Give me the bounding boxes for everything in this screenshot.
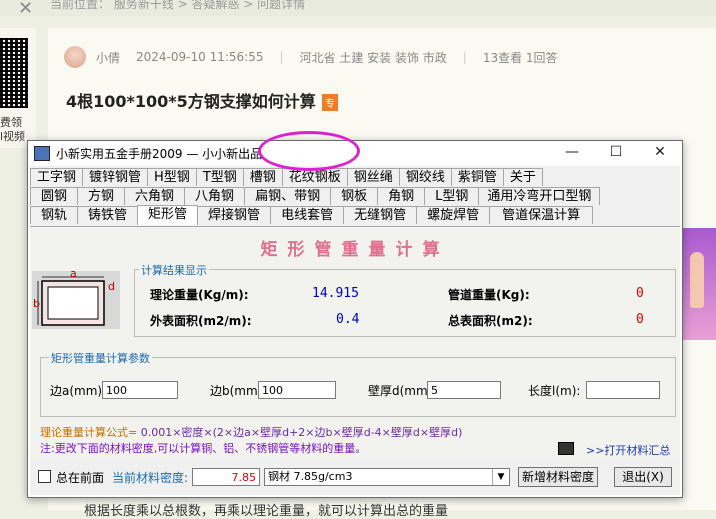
- diagram-label-b: b: [33, 297, 40, 310]
- pipe-weight-value: 0: [636, 286, 644, 301]
- tab-channel[interactable]: 槽钢: [242, 168, 283, 186]
- promo-figure-icon: [690, 252, 704, 308]
- tab-round-bar[interactable]: 圆钢: [30, 187, 79, 205]
- always-on-top-checkbox[interactable]: [38, 470, 51, 483]
- length-input[interactable]: [586, 381, 660, 399]
- tab-about[interactable]: 关于: [502, 168, 543, 186]
- formula-text: 0.001×密度×(2×边a×壁厚d+2×边b×壁厚d-4×壁厚d×壁厚d): [140, 426, 463, 439]
- tab-angle[interactable]: 角钢: [377, 187, 426, 205]
- author-name[interactable]: 小倩: [96, 49, 120, 66]
- tab-row-1: 工字钢 镀锌钢管 H型钢 T型钢 槽钢 花纹钢板 钢丝绳 钢绞线 紫铜管 关于: [30, 168, 543, 187]
- tab-galvanized-pipe[interactable]: 镀锌钢管: [82, 168, 149, 186]
- bottom-bar: 总在前面 当前材料密度: 钢材 7.85g/cm3 ▼ 新增材料密度 退出(X): [30, 459, 680, 495]
- tab-conduit[interactable]: 电线套管: [270, 206, 345, 224]
- rect-tube-diagram-icon: a b d: [32, 271, 120, 329]
- total-area-value: 0: [636, 312, 644, 327]
- tab-rail[interactable]: 钢轨: [30, 206, 79, 224]
- monitor-icon[interactable]: [558, 442, 574, 455]
- total-area-label: 总表面积(m2):: [448, 314, 533, 328]
- tab-seamless-pipe[interactable]: 无缝钢管: [343, 206, 418, 224]
- tab-insulation[interactable]: 管道保温计算: [489, 206, 594, 224]
- location-tags: 河北省 土建 安装 装饰 市政: [299, 50, 447, 65]
- tab-i-beam[interactable]: 工字钢: [30, 168, 84, 186]
- material-summary-link[interactable]: >>打开材料汇总: [586, 442, 670, 458]
- tab-cold-formed[interactable]: 通用冷弯开口型钢: [478, 187, 601, 205]
- density-note: 注:更改下面的材料密度,可以计算铜、铝、不锈钢管等材料的重量。: [40, 442, 367, 455]
- rect-tube-panel: 矩形管重量计算 a b d 计算结果显示 理论重量(Kg/m): 14.915 …: [30, 226, 680, 459]
- add-material-button[interactable]: 新增材料密度: [518, 467, 598, 487]
- formula-key: 理论重量计算公式=: [40, 426, 138, 439]
- theoretical-weight-label: 理论重量(Kg/m):: [150, 288, 249, 302]
- density-input[interactable]: [192, 468, 260, 486]
- outer-area-label: 外表面积(m2/m):: [150, 314, 252, 328]
- left-rail-text: 费领 l视频: [0, 116, 26, 143]
- tab-row-3: 钢轨 铸铁管 矩形管 焊接钢管 电线套管 无缝钢管 螺旋焊管 管道保温计算: [30, 205, 594, 225]
- pipe-weight-label: 管道重量(Kg):: [448, 288, 530, 302]
- chevron-down-icon[interactable]: ▼: [492, 469, 509, 485]
- tab-t-beam[interactable]: T型钢: [195, 168, 244, 186]
- side-a-input[interactable]: [102, 381, 178, 399]
- window-title: 小新实用五金手册2009 — 小小新出品: [56, 147, 263, 161]
- tab-octagon-bar[interactable]: 八角钢: [184, 187, 246, 205]
- panel-title: 矩形管重量计算: [260, 240, 450, 260]
- tab-rectangular-tube[interactable]: 矩形管: [137, 205, 199, 225]
- thickness-input[interactable]: [427, 381, 501, 399]
- minimize-button[interactable]: —: [550, 141, 594, 165]
- question-stats: 13查看 1回答: [482, 50, 558, 65]
- tab-h-beam[interactable]: H型钢: [147, 168, 197, 186]
- tab-row-2: 圆钢 方钢 六角钢 八角钢 扁钢、带钢 钢板 角钢 L型钢 通用冷弯开口型钢: [30, 187, 601, 206]
- material-tabs: 工字钢 镀锌钢管 H型钢 T型钢 槽钢 花纹钢板 钢丝绳 钢绞线 紫铜管 关于 …: [30, 166, 680, 226]
- question-title: 4根100*100*5方钢支撑如何计算专: [66, 88, 338, 112]
- tab-hexagon-bar[interactable]: 六角钢: [124, 187, 186, 205]
- qr-code-icon: [0, 38, 28, 108]
- outer-area-value: 0.4: [336, 312, 360, 327]
- tab-l-beam[interactable]: L型钢: [424, 187, 480, 205]
- diagram-label-d: d: [108, 280, 115, 293]
- question-tag-badge: 专: [321, 94, 338, 111]
- tab-welded-pipe[interactable]: 焊接钢管: [197, 206, 272, 224]
- app-icon: [34, 146, 50, 161]
- diagram-label-a: a: [70, 271, 77, 280]
- formula: 理论重量计算公式= 0.001×密度×(2×边a×壁厚d+2×边b×壁厚d-4×…: [40, 424, 462, 440]
- tab-copper-pipe[interactable]: 紫铜管: [450, 168, 504, 186]
- tab-steel-plate[interactable]: 钢板: [330, 187, 379, 205]
- density-label: 当前材料密度:: [112, 471, 189, 485]
- side-b-input[interactable]: [258, 381, 336, 399]
- theoretical-weight-value: 14.915: [312, 286, 359, 301]
- close-icon[interactable]: ✕: [18, 0, 33, 19]
- maximize-button[interactable]: ☐: [594, 141, 638, 165]
- highlight-circle: [258, 131, 360, 171]
- always-on-top-label[interactable]: 总在前面: [56, 469, 104, 486]
- tab-flat-bar[interactable]: 扁钢、带钢: [244, 187, 332, 205]
- question-meta: 小倩 2024-09-10 11:56:55 | 河北省 土建 安装 装饰 市政…: [64, 46, 574, 68]
- post-datetime: 2024-09-10 11:56:55: [136, 50, 264, 64]
- close-button[interactable]: ✕: [638, 141, 682, 165]
- tab-strand[interactable]: 钢绞线: [398, 168, 452, 186]
- tab-square-bar[interactable]: 方钢: [77, 187, 126, 205]
- length-label: 长度l(m):: [528, 384, 581, 398]
- avatar[interactable]: [64, 46, 86, 68]
- tab-spiral-pipe[interactable]: 螺旋焊管: [416, 206, 491, 224]
- results-group-title: 计算结果显示: [139, 262, 209, 278]
- exit-button[interactable]: 退出(X): [614, 467, 672, 487]
- hardware-manual-window: 小新实用五金手册2009 — 小小新出品 — ☐ ✕ 工字钢 镀锌钢管 H型钢 …: [27, 140, 683, 498]
- material-select-value: 钢材 7.85g/cm3: [268, 470, 353, 483]
- params-group-title: 矩形管重量计算参数: [49, 350, 152, 366]
- divider: |: [462, 50, 467, 64]
- tab-cast-iron-pipe[interactable]: 铸铁管: [77, 206, 139, 224]
- material-select[interactable]: 钢材 7.85g/cm3 ▼: [264, 468, 510, 486]
- breadcrumb: 当前位置： 服务新干线 > 答疑解惑 > 问题详情: [50, 0, 306, 11]
- divider: |: [279, 50, 284, 64]
- tab-wire-rope[interactable]: 钢丝绳: [346, 168, 400, 186]
- side-a-label: 边a(mm):: [50, 384, 107, 398]
